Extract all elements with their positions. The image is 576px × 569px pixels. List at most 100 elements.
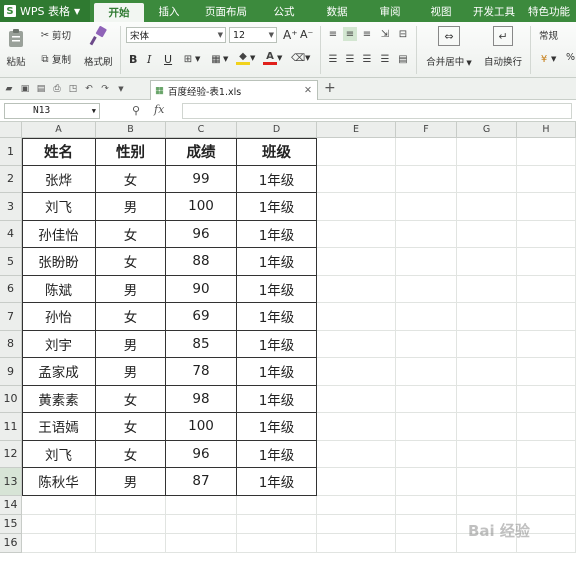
wrap-text-button[interactable]: ↵ 自动换行 — [480, 26, 526, 68]
empty-cell[interactable] — [396, 193, 457, 221]
table-cell[interactable]: 96 — [166, 220, 237, 248]
empty-cell[interactable] — [517, 358, 576, 386]
tab-special[interactable]: 特色功能 — [522, 0, 576, 22]
table-cell[interactable]: 90 — [166, 275, 237, 303]
row-header[interactable]: 11 — [0, 413, 22, 441]
table-cell[interactable]: 女 — [96, 385, 166, 413]
table-cell[interactable]: 100 — [166, 193, 237, 221]
table-cell[interactable]: 1年级 — [237, 275, 317, 303]
table-cell[interactable]: 69 — [166, 303, 237, 331]
font-size-select[interactable]: 12 ▼ — [229, 27, 277, 43]
tab-page-layout[interactable]: 页面布局 — [194, 0, 258, 22]
table-cell[interactable]: 87 — [166, 468, 237, 496]
empty-cell[interactable] — [517, 385, 576, 413]
empty-cell[interactable] — [96, 514, 166, 534]
empty-cell[interactable] — [396, 138, 457, 166]
table-cell[interactable]: 女 — [96, 220, 166, 248]
print-preview-icon[interactable]: ◳ — [66, 82, 80, 96]
table-cell[interactable]: 1年级 — [237, 468, 317, 496]
table-cell[interactable]: 男 — [96, 275, 166, 303]
header-cell[interactable]: 性别 — [96, 138, 166, 166]
empty-cell[interactable] — [457, 385, 517, 413]
tab-formulas[interactable]: 公式 — [258, 0, 310, 22]
font-color-button[interactable]: A ▼ — [263, 51, 282, 65]
empty-cell[interactable] — [166, 495, 237, 515]
empty-cell[interactable] — [457, 468, 517, 496]
align-right-button[interactable]: ☰ — [360, 52, 374, 66]
row-header[interactable]: 1 — [0, 138, 22, 166]
redo-icon[interactable]: ↷ — [98, 82, 112, 96]
empty-cell[interactable] — [396, 303, 457, 331]
table-cell[interactable]: 1年级 — [237, 440, 317, 468]
header-cell[interactable]: 班级 — [237, 138, 317, 166]
empty-cell[interactable] — [517, 468, 576, 496]
table-cell[interactable]: 孟家成 — [22, 358, 96, 386]
row-header[interactable]: 4 — [0, 220, 22, 248]
empty-cell[interactable] — [317, 330, 396, 358]
empty-cell[interactable] — [22, 533, 96, 553]
table-cell[interactable]: 男 — [96, 330, 166, 358]
table-cell[interactable]: 黄素素 — [22, 385, 96, 413]
increase-font-button[interactable]: A⁺ — [283, 28, 298, 42]
empty-cell[interactable] — [517, 275, 576, 303]
empty-cell[interactable] — [457, 413, 517, 441]
tab-review[interactable]: 审阅 — [364, 0, 416, 22]
empty-cell[interactable] — [396, 165, 457, 193]
format-painter-button[interactable]: 格式刷 — [84, 26, 113, 68]
table-cell[interactable]: 1年级 — [237, 358, 317, 386]
empty-cell[interactable] — [396, 533, 457, 553]
row-header[interactable]: 8 — [0, 330, 22, 358]
tab-data[interactable]: 数据 — [310, 0, 364, 22]
underline-button[interactable]: U — [164, 53, 172, 66]
empty-cell[interactable] — [517, 495, 576, 515]
table-cell[interactable]: 王语嫣 — [22, 413, 96, 441]
table-cell[interactable]: 78 — [166, 358, 237, 386]
tab-home[interactable]: 开始 — [94, 3, 144, 22]
table-cell[interactable]: 98 — [166, 385, 237, 413]
print-icon[interactable]: ⎙ — [50, 82, 64, 96]
table-cell[interactable]: 1年级 — [237, 248, 317, 276]
empty-cell[interactable] — [317, 440, 396, 468]
tab-insert[interactable]: 插入 — [144, 0, 194, 22]
empty-cell[interactable] — [317, 248, 396, 276]
table-cell[interactable]: 男 — [96, 468, 166, 496]
undo-icon[interactable]: ↶ — [82, 82, 96, 96]
empty-cell[interactable] — [517, 413, 576, 441]
insert-function-icon[interactable]: fx — [154, 103, 164, 116]
close-icon[interactable]: ✕ — [304, 85, 312, 96]
align-bottom-button[interactable]: ≡ — [360, 27, 374, 41]
column-header[interactable]: F — [396, 122, 457, 138]
border-button[interactable]: ⊞ ▼ — [181, 52, 201, 66]
empty-cell[interactable] — [237, 533, 317, 553]
empty-cell[interactable] — [166, 514, 237, 534]
table-cell[interactable]: 1年级 — [237, 193, 317, 221]
table-cell[interactable]: 1年级 — [237, 385, 317, 413]
empty-cell[interactable] — [22, 495, 96, 515]
column-header[interactable]: H — [517, 122, 576, 138]
table-cell[interactable]: 1年级 — [237, 220, 317, 248]
empty-cell[interactable] — [96, 495, 166, 515]
document-tab[interactable]: ▦ 百度经验-表1.xls ✕ — [150, 80, 318, 100]
table-cell[interactable]: 女 — [96, 248, 166, 276]
tab-developer[interactable]: 开发工具 — [466, 0, 522, 22]
table-cell[interactable]: 1年级 — [237, 413, 317, 441]
empty-cell[interactable] — [317, 468, 396, 496]
table-cell[interactable]: 陈斌 — [22, 275, 96, 303]
wrap-button[interactable]: ⊟ — [396, 27, 410, 41]
column-header[interactable]: B — [96, 122, 166, 138]
table-cell[interactable]: 张烨 — [22, 165, 96, 193]
empty-cell[interactable] — [396, 330, 457, 358]
add-tab-icon[interactable]: + — [324, 80, 336, 96]
select-all-corner[interactable] — [0, 122, 22, 138]
column-header[interactable]: E — [317, 122, 396, 138]
empty-cell[interactable] — [317, 533, 396, 553]
table-cell[interactable]: 陈秋华 — [22, 468, 96, 496]
zoom-search-icon[interactable]: ⚲ — [132, 104, 140, 117]
copy-button[interactable]: ⧉ 复制 — [38, 52, 71, 67]
empty-cell[interactable] — [457, 440, 517, 468]
save-icon[interactable]: ▣ — [18, 82, 32, 96]
fill-color-button[interactable]: ◆ ▼ — [236, 51, 255, 65]
empty-cell[interactable] — [457, 275, 517, 303]
empty-cell[interactable] — [166, 533, 237, 553]
chevron-down-icon[interactable]: ▼ — [114, 82, 128, 96]
